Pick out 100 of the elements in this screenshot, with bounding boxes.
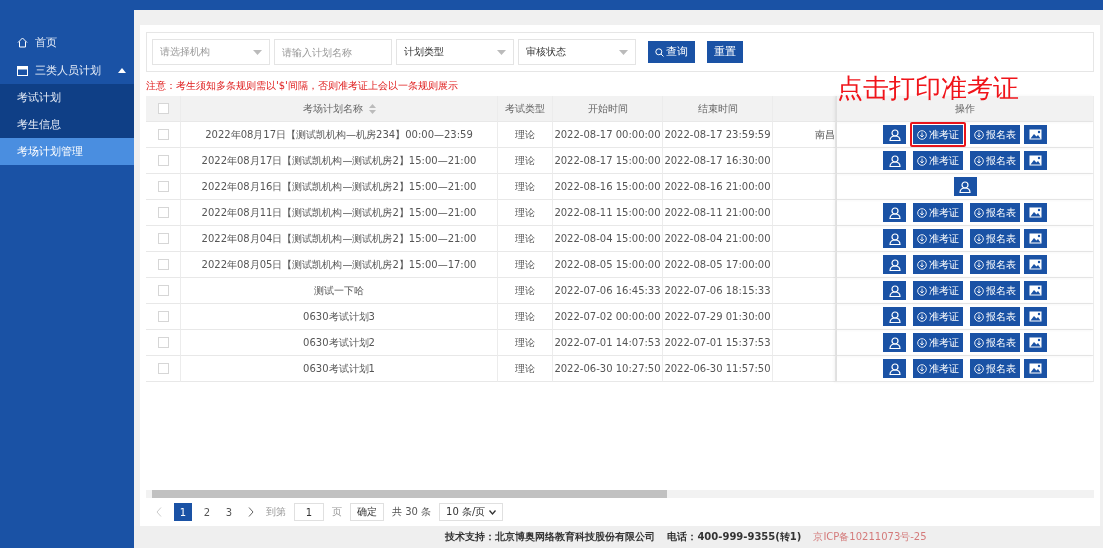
support-text: 技术支持：北京博奥网络教育科技股份有限公司 bbox=[445, 530, 656, 544]
page-input[interactable]: 1 bbox=[294, 503, 324, 521]
photo-button[interactable] bbox=[1024, 255, 1047, 274]
image-icon bbox=[1029, 259, 1042, 270]
download-icon bbox=[974, 337, 984, 348]
registration-form-button[interactable]: 报名表 bbox=[970, 255, 1020, 274]
table-cell: 2022年08月17日【测试凯机构—测试机房2】15:00—21:00 bbox=[181, 148, 498, 174]
photo-button[interactable] bbox=[1024, 307, 1047, 326]
reset-button[interactable]: 重置 bbox=[707, 41, 743, 63]
checkbox[interactable] bbox=[157, 259, 169, 270]
table-cell: 2022-08-11 15:00:00 bbox=[553, 200, 663, 226]
sidebar-item[interactable]: 三类人员计划 bbox=[0, 56, 134, 84]
candidates-button[interactable] bbox=[883, 203, 906, 222]
image-icon bbox=[1029, 337, 1042, 348]
photo-button[interactable] bbox=[1024, 229, 1047, 248]
checkbox[interactable] bbox=[157, 103, 169, 114]
column-header: 开始时间 bbox=[553, 96, 663, 122]
admission-ticket-button[interactable]: 准考证 bbox=[913, 307, 963, 326]
table-cell: 2022年08月05日【测试凯机构—测试机房2】15:00—17:00 bbox=[181, 252, 498, 278]
registration-form-button[interactable]: 报名表 bbox=[970, 203, 1020, 222]
admission-ticket-button[interactable]: 准考证 bbox=[913, 151, 963, 170]
checkbox[interactable] bbox=[157, 155, 169, 166]
confirm-button[interactable]: 确定 bbox=[350, 503, 384, 521]
registration-form-button[interactable]: 报名表 bbox=[970, 125, 1020, 144]
candidates-button[interactable] bbox=[883, 307, 906, 326]
photo-button[interactable] bbox=[1024, 281, 1047, 300]
registration-form-button[interactable]: 报名表 bbox=[970, 307, 1020, 326]
checkbox[interactable] bbox=[157, 285, 169, 296]
admission-ticket-button[interactable]: 准考证 bbox=[913, 281, 963, 300]
checkbox[interactable] bbox=[157, 311, 169, 322]
download-icon bbox=[974, 363, 984, 374]
checkbox[interactable] bbox=[157, 207, 169, 218]
admission-ticket-button[interactable]: 准考证 bbox=[913, 359, 963, 378]
checkbox[interactable] bbox=[157, 181, 169, 192]
admission-ticket-button[interactable]: 准考证 bbox=[913, 203, 963, 222]
admission-ticket-button[interactable]: 准考证 bbox=[913, 255, 963, 274]
admission-ticket-button[interactable]: 准考证 bbox=[913, 333, 963, 352]
image-icon bbox=[1029, 207, 1042, 218]
image-icon bbox=[1029, 233, 1042, 244]
registration-form-button[interactable]: 报名表 bbox=[970, 359, 1020, 378]
download-icon bbox=[917, 259, 927, 270]
candidates-button[interactable] bbox=[883, 281, 906, 300]
admission-ticket-button[interactable]: 准考证 bbox=[913, 229, 963, 248]
candidates-button[interactable] bbox=[883, 151, 906, 170]
registration-form-button[interactable]: 报名表 bbox=[970, 333, 1020, 352]
candidates-button[interactable] bbox=[953, 177, 977, 196]
download-icon bbox=[917, 207, 927, 218]
registration-form-button[interactable]: 报名表 bbox=[970, 281, 1020, 300]
candidates-button[interactable] bbox=[883, 229, 906, 248]
checkbox[interactable] bbox=[157, 233, 169, 244]
person-icon bbox=[888, 362, 901, 375]
candidates-button[interactable] bbox=[883, 255, 906, 274]
sidebar-label: 三类人员计划 bbox=[35, 62, 102, 78]
page-button[interactable]: 2 bbox=[200, 503, 214, 521]
registration-form-button[interactable]: 报名表 bbox=[970, 151, 1020, 170]
horizontal-scrollbar[interactable] bbox=[146, 490, 1094, 498]
sidebar-item[interactable]: 考生信息 bbox=[0, 111, 134, 138]
candidates-button[interactable] bbox=[883, 125, 906, 144]
photo-button[interactable] bbox=[1024, 359, 1047, 378]
download-icon bbox=[974, 259, 984, 270]
table-cell: 2022-08-16 15:00:00 bbox=[553, 174, 663, 200]
dropdown-caret-icon bbox=[253, 49, 262, 55]
column-header: 考试类型 bbox=[498, 96, 553, 122]
image-icon bbox=[1029, 311, 1042, 322]
download-icon bbox=[917, 285, 927, 296]
page-button[interactable]: 3 bbox=[222, 503, 236, 521]
photo-button[interactable] bbox=[1024, 333, 1047, 352]
search-button[interactable]: 查询 bbox=[648, 41, 695, 63]
checkbox[interactable] bbox=[157, 363, 169, 374]
table-cell: 理论 bbox=[498, 226, 553, 252]
image-icon bbox=[1029, 285, 1042, 296]
photo-button[interactable] bbox=[1024, 203, 1047, 222]
input-field[interactable]: 请输入计划名称 bbox=[274, 39, 392, 65]
table-cell: 2022-08-16 21:00:00 bbox=[663, 174, 773, 200]
download-icon bbox=[974, 207, 984, 218]
person-icon bbox=[888, 154, 901, 167]
admission-ticket-button[interactable]: 准考证 bbox=[913, 125, 963, 144]
download-icon bbox=[917, 129, 927, 140]
registration-form-button[interactable]: 报名表 bbox=[970, 229, 1020, 248]
sidebar-item[interactable]: 考试计划 bbox=[0, 84, 134, 111]
dropdown[interactable]: 计划类型 bbox=[396, 39, 514, 65]
download-icon bbox=[917, 311, 927, 322]
table-cell: 2022-06-30 10:27:50 bbox=[553, 356, 663, 382]
dropdown-caret-icon bbox=[497, 49, 506, 55]
checkbox[interactable] bbox=[157, 129, 169, 140]
table-cell: 2022-08-04 15:00:00 bbox=[553, 226, 663, 252]
table-cell: 2022-07-01 15:37:53 bbox=[663, 330, 773, 356]
sidebar-item[interactable]: 首页 bbox=[0, 28, 134, 56]
photo-button[interactable] bbox=[1024, 151, 1047, 170]
page-size-dropdown[interactable]: 10 条/页 bbox=[439, 503, 504, 521]
person-icon bbox=[888, 206, 901, 219]
checkbox[interactable] bbox=[157, 337, 169, 348]
candidates-button[interactable] bbox=[883, 359, 906, 378]
table-cell: 理论 bbox=[498, 330, 553, 356]
sidebar-label: 考生信息 bbox=[17, 117, 62, 132]
dropdown[interactable]: 审核状态 bbox=[518, 39, 636, 65]
person-icon bbox=[888, 232, 901, 245]
photo-button[interactable] bbox=[1024, 125, 1047, 144]
page-button[interactable]: 1 bbox=[174, 503, 192, 521]
candidates-button[interactable] bbox=[883, 333, 906, 352]
